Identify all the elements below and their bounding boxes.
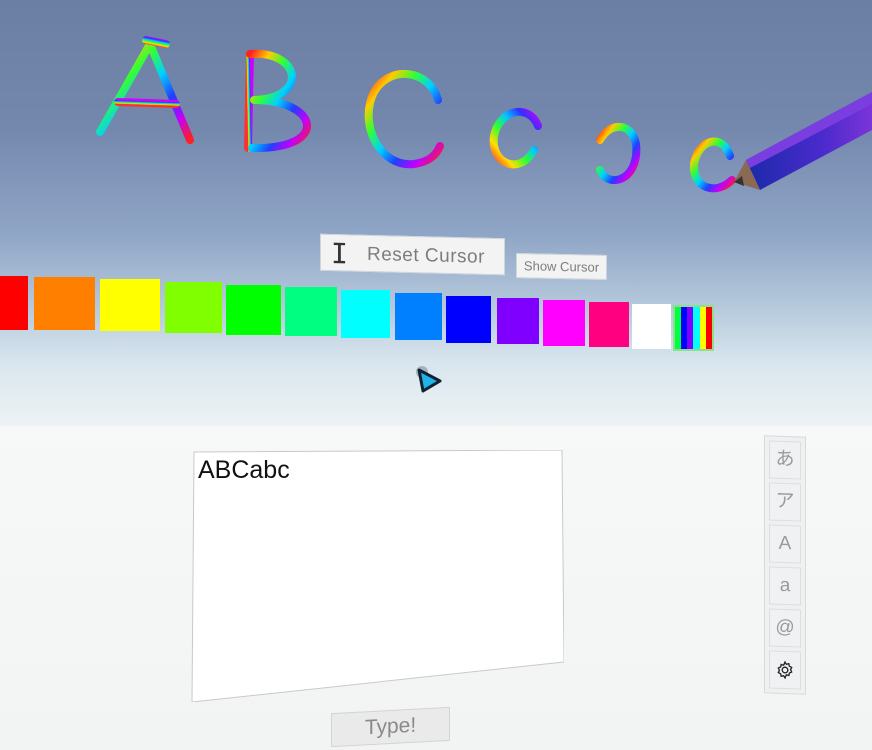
gear-icon: [777, 660, 793, 680]
mode-lowercase-button[interactable]: a: [769, 566, 801, 606]
color-swatch-6[interactable]: [341, 290, 390, 338]
editor-text: ABCabc: [198, 456, 290, 484]
mode-uppercase-button[interactable]: A: [769, 524, 801, 564]
mode-hiragana-button[interactable]: あ: [769, 440, 801, 480]
color-swatch-11[interactable]: [589, 302, 629, 347]
input-mode-panel: あ ア A a @: [764, 435, 806, 695]
color-swatch-2[interactable]: [100, 279, 160, 331]
color-swatch-3[interactable]: [165, 282, 222, 333]
color-swatch-10[interactable]: [543, 300, 585, 346]
color-swatch-9[interactable]: [497, 298, 539, 344]
color-swatch-4[interactable]: [226, 285, 281, 335]
color-swatch-8[interactable]: [446, 296, 491, 343]
type-button[interactable]: Type!: [331, 706, 450, 748]
text-editor-panel[interactable]: ABCabc: [190, 450, 564, 702]
color-swatch-rainbow[interactable]: [673, 305, 714, 351]
mode-katakana-button[interactable]: ア: [769, 482, 801, 522]
color-swatch-5[interactable]: [285, 287, 337, 336]
settings-button[interactable]: [769, 650, 801, 690]
color-swatch-1[interactable]: [34, 277, 95, 330]
mode-symbols-button[interactable]: @: [769, 608, 801, 648]
text-editor-surface: [191, 450, 564, 702]
color-palette: [0, 0, 872, 360]
color-swatch-0[interactable]: [0, 276, 28, 330]
pointer-arrow-icon: [416, 366, 442, 393]
color-swatch-12[interactable]: [632, 304, 671, 349]
color-swatch-7[interactable]: [395, 293, 442, 340]
